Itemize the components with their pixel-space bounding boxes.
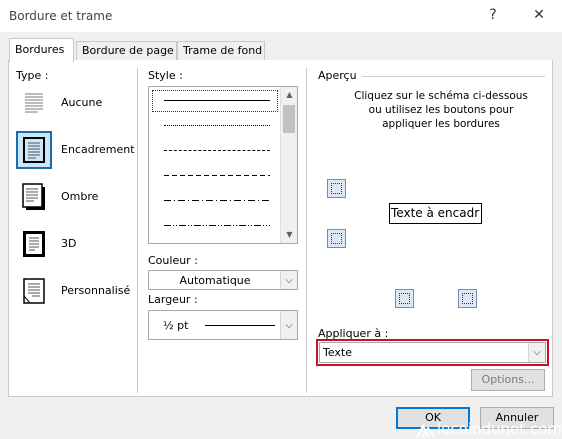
color-label: Couleur : [148, 254, 198, 267]
type-aucune[interactable]: Aucune [8, 84, 128, 124]
tab-bordures[interactable]: Bordures [9, 38, 74, 62]
top-border-icon [331, 183, 342, 194]
preview-label-line [362, 76, 545, 77]
preview-sample[interactable]: Texte à encadr [389, 203, 482, 224]
bottom-border-icon [331, 233, 342, 244]
width-dropdown[interactable]: ½ pt ⌵ [148, 310, 298, 340]
bottom-border-button[interactable] [327, 229, 346, 248]
scroll-down-icon[interactable]: ▼ [281, 227, 297, 243]
chevron-down-icon: ⌵ [280, 271, 297, 289]
preview-label: Aperçu [318, 69, 357, 82]
separator-right [306, 68, 307, 393]
watermark-logo-icon [414, 423, 436, 438]
right-border-icon [462, 293, 473, 304]
style-dotted-line[interactable] [164, 125, 270, 126]
right-border-button[interactable] [458, 289, 477, 308]
type-encadrement-label: Encadrement [61, 143, 135, 156]
style-solid-line[interactable] [164, 100, 270, 101]
type-label: Type : [16, 69, 49, 82]
window-title: Bordure et trame [9, 9, 113, 23]
type-aucune-label: Aucune [61, 96, 103, 109]
type-3d-label: 3D [61, 237, 77, 250]
type-personnalise-label: Personnalisé [61, 284, 131, 297]
tab-trame-de-fond[interactable]: Trame de fond [177, 41, 265, 61]
style-dash-dot-dot-line[interactable] [164, 225, 270, 226]
border-shadow-icon [16, 178, 52, 216]
style-dash-line[interactable] [164, 175, 270, 176]
chevron-down-icon: ⌵ [528, 343, 545, 362]
type-ombre[interactable]: Ombre [8, 178, 128, 218]
apply-to-dropdown[interactable]: Texte ⌵ [319, 342, 546, 363]
left-border-button[interactable] [395, 289, 414, 308]
width-line-sample [205, 325, 275, 326]
style-label: Style : [148, 69, 183, 82]
apply-to-value: Texte [323, 346, 353, 359]
help-button[interactable]: ? [483, 7, 503, 23]
left-border-icon [399, 293, 410, 304]
color-dropdown[interactable]: Automatique ⌵ [148, 270, 298, 290]
top-border-button[interactable] [327, 179, 346, 198]
style-dash-small-line[interactable] [164, 150, 270, 151]
style-item-selected-focus [152, 90, 278, 112]
style-dash-dot-line[interactable] [164, 200, 270, 201]
width-value: ½ pt [163, 319, 189, 332]
type-encadrement[interactable]: Encadrement [8, 131, 135, 171]
close-button[interactable]: ✕ [529, 7, 549, 23]
chevron-down-icon: ⌵ [280, 311, 297, 339]
type-3d[interactable]: 3D [8, 225, 128, 265]
tab-bordure-de-page[interactable]: Bordure de page [76, 41, 177, 61]
style-scrollbar[interactable]: ▲ ▼ [280, 87, 297, 243]
options-button[interactable]: Options... [471, 369, 545, 391]
type-personnalise[interactable]: Personnalisé [8, 272, 131, 312]
width-label: Largeur : [148, 293, 198, 306]
preview-instructions: Cliquez sur le schéma ci-dessous ou util… [354, 90, 528, 130]
color-value: Automatique [179, 274, 251, 287]
border-3d-icon [16, 225, 52, 263]
border-custom-icon [16, 272, 52, 310]
border-box-icon [16, 131, 52, 169]
scroll-up-icon[interactable]: ▲ [281, 87, 297, 103]
border-none-icon [16, 84, 52, 122]
style-list[interactable]: ▲ ▼ [148, 86, 298, 244]
scroll-thumb[interactable] [283, 105, 295, 133]
type-ombre-label: Ombre [61, 190, 99, 203]
watermark-text: lecoindunet.com [437, 420, 562, 438]
separator-left [137, 68, 138, 393]
